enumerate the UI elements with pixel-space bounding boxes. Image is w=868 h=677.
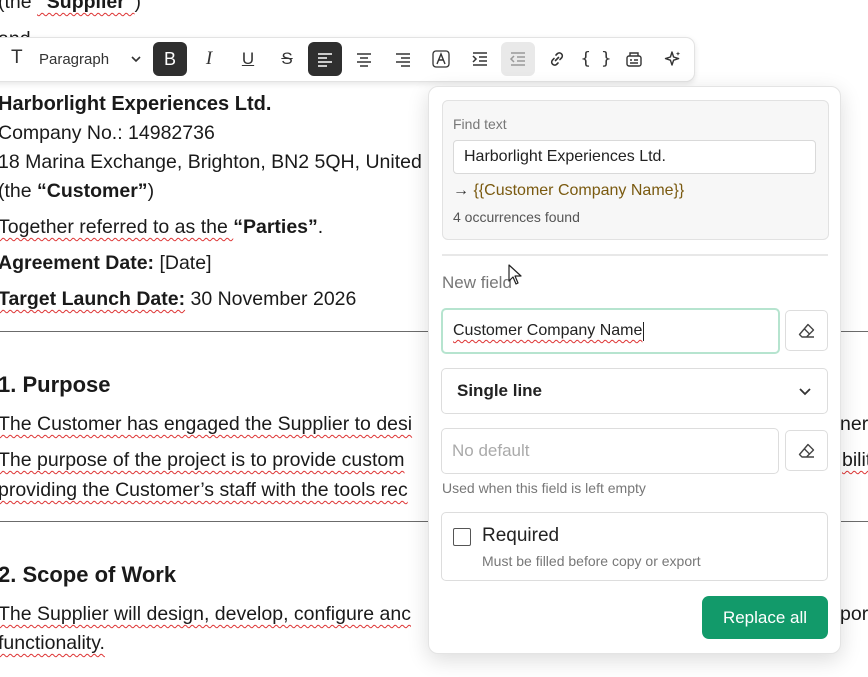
indent-button[interactable] xyxy=(463,42,497,76)
link-button[interactable] xyxy=(540,42,574,76)
new-field-label: New field xyxy=(442,273,512,292)
party-term: “Customer” xyxy=(37,180,148,202)
new-field-name-input[interactable]: Customer Company Name xyxy=(441,308,780,354)
paragraph: providing the Customer’s staff with the … xyxy=(0,479,408,501)
customer-address: 18 Marina Exchange, Brighton, BN2 5QH, U… xyxy=(0,151,422,173)
indent-icon xyxy=(472,52,487,66)
eraser-icon xyxy=(798,323,814,338)
template-button[interactable] xyxy=(617,42,651,76)
code-button[interactable]: { } xyxy=(579,42,613,76)
eraser-icon xyxy=(798,443,814,458)
launch-date-label: Target Launch Date: xyxy=(0,288,186,310)
required-checkbox[interactable] xyxy=(453,528,471,546)
align-left-button[interactable] xyxy=(308,42,342,76)
chevron-down-icon xyxy=(131,56,141,63)
italic-icon: I xyxy=(205,48,213,69)
text: ) xyxy=(134,0,142,13)
paragraph-overflow: por xyxy=(840,603,868,625)
customer-name: Harborlight Experiences Ltd. xyxy=(0,93,272,115)
text: . xyxy=(317,216,324,238)
link-icon xyxy=(550,52,564,66)
paragraph: The Supplier will design, develop, confi… xyxy=(0,603,411,625)
sparkle-ai-icon xyxy=(664,51,681,66)
divider xyxy=(442,254,828,256)
paragraph-overflow: ner xyxy=(840,413,868,435)
arrow: → xyxy=(453,182,474,199)
find-text-label: Find text xyxy=(453,116,507,132)
align-center-button[interactable] xyxy=(347,42,381,76)
formatting-toolbar: T Paragraph B I U S { } xyxy=(0,37,695,82)
clear-default-button[interactable] xyxy=(785,430,828,471)
parties-line: Together referred to as the “Parties”. xyxy=(0,216,323,239)
paragraph: The Customer has engaged the Supplier to… xyxy=(0,413,413,435)
block-type-label: Paragraph xyxy=(39,50,110,68)
text-color-icon xyxy=(432,50,450,68)
underline-button[interactable]: U xyxy=(231,42,265,76)
text: Together referred to as the xyxy=(0,216,234,238)
text: ) xyxy=(147,180,155,202)
create-field-panel: Find text Harborlight Experiences Ltd. →… xyxy=(428,86,841,654)
occurrence-count: 4 occurrences found xyxy=(453,209,580,225)
find-text-box: Find text Harborlight Experiences Ltd. →… xyxy=(442,100,829,240)
field-token: {{Customer Company Name}} xyxy=(473,182,685,199)
text: (the xyxy=(0,180,38,202)
align-right-button[interactable] xyxy=(386,42,420,76)
required-label: Required xyxy=(482,525,560,546)
template-icon xyxy=(626,52,642,67)
chevron-down-icon xyxy=(799,388,811,396)
agreement-date-value: [Date] xyxy=(154,252,212,274)
outdent-icon xyxy=(509,52,525,66)
default-help-text: Used when this field is left empty xyxy=(442,480,646,496)
ai-assist-button[interactable] xyxy=(656,42,690,76)
default-value-input[interactable]: No default xyxy=(441,428,779,474)
company-number: Company No.: 14982736 xyxy=(0,122,215,144)
outdent-button[interactable] xyxy=(501,42,535,76)
text-caret xyxy=(643,321,645,341)
replace-all-button[interactable]: Replace all xyxy=(702,596,828,639)
agreement-date-line: Agreement Date: [Date] xyxy=(0,252,212,275)
paragraph: functionality. xyxy=(0,632,105,654)
code-braces-icon: { } xyxy=(580,49,612,69)
party-term: “Supplier” xyxy=(37,0,135,13)
find-text-input[interactable]: Harborlight Experiences Ltd. xyxy=(453,140,816,174)
section-heading-scope: 2. Scope of Work xyxy=(0,562,177,587)
party-term: “Parties” xyxy=(233,216,318,238)
bold-icon: B xyxy=(163,48,176,69)
section-heading-purpose: 1. Purpose xyxy=(0,372,111,397)
align-center-icon xyxy=(357,53,371,67)
text-style-icon: T xyxy=(11,47,23,68)
underline-icon: U xyxy=(241,49,255,68)
supplier-line: (the “Supplier”) xyxy=(0,0,141,14)
launch-date-value: 30 November 2026 xyxy=(185,288,357,310)
clear-field-name-button[interactable] xyxy=(785,310,828,351)
paragraph: The purpose of the project is to provide… xyxy=(0,449,405,471)
required-description: Must be filled before copy or export xyxy=(482,553,701,569)
launch-date-line: Target Launch Date: 30 November 2026 xyxy=(0,288,356,311)
block-type-select[interactable]: Paragraph xyxy=(39,47,143,71)
italic-button[interactable]: I xyxy=(192,42,226,76)
bold-button[interactable]: B xyxy=(153,42,187,76)
mouse-cursor-icon xyxy=(508,264,522,285)
align-right-icon xyxy=(396,53,410,67)
field-name-value: Customer Company Name xyxy=(453,322,643,339)
align-left-icon xyxy=(318,53,332,67)
strikethrough-button[interactable]: S xyxy=(270,42,304,76)
agreement-date-label: Agreement Date: xyxy=(0,252,155,274)
text: (the xyxy=(0,0,38,13)
field-type-value: Single line xyxy=(457,381,543,400)
customer-line: (the “Customer”) xyxy=(0,180,154,203)
replacement-preview: → {{Customer Company Name}} xyxy=(453,182,684,200)
required-option[interactable]: Required Must be filled before copy or e… xyxy=(441,512,828,581)
field-type-select[interactable]: Single line xyxy=(441,368,828,414)
text-color-button[interactable] xyxy=(424,42,458,76)
paragraph-overflow: bility xyxy=(842,449,868,471)
strikethrough-icon: S xyxy=(281,49,293,68)
